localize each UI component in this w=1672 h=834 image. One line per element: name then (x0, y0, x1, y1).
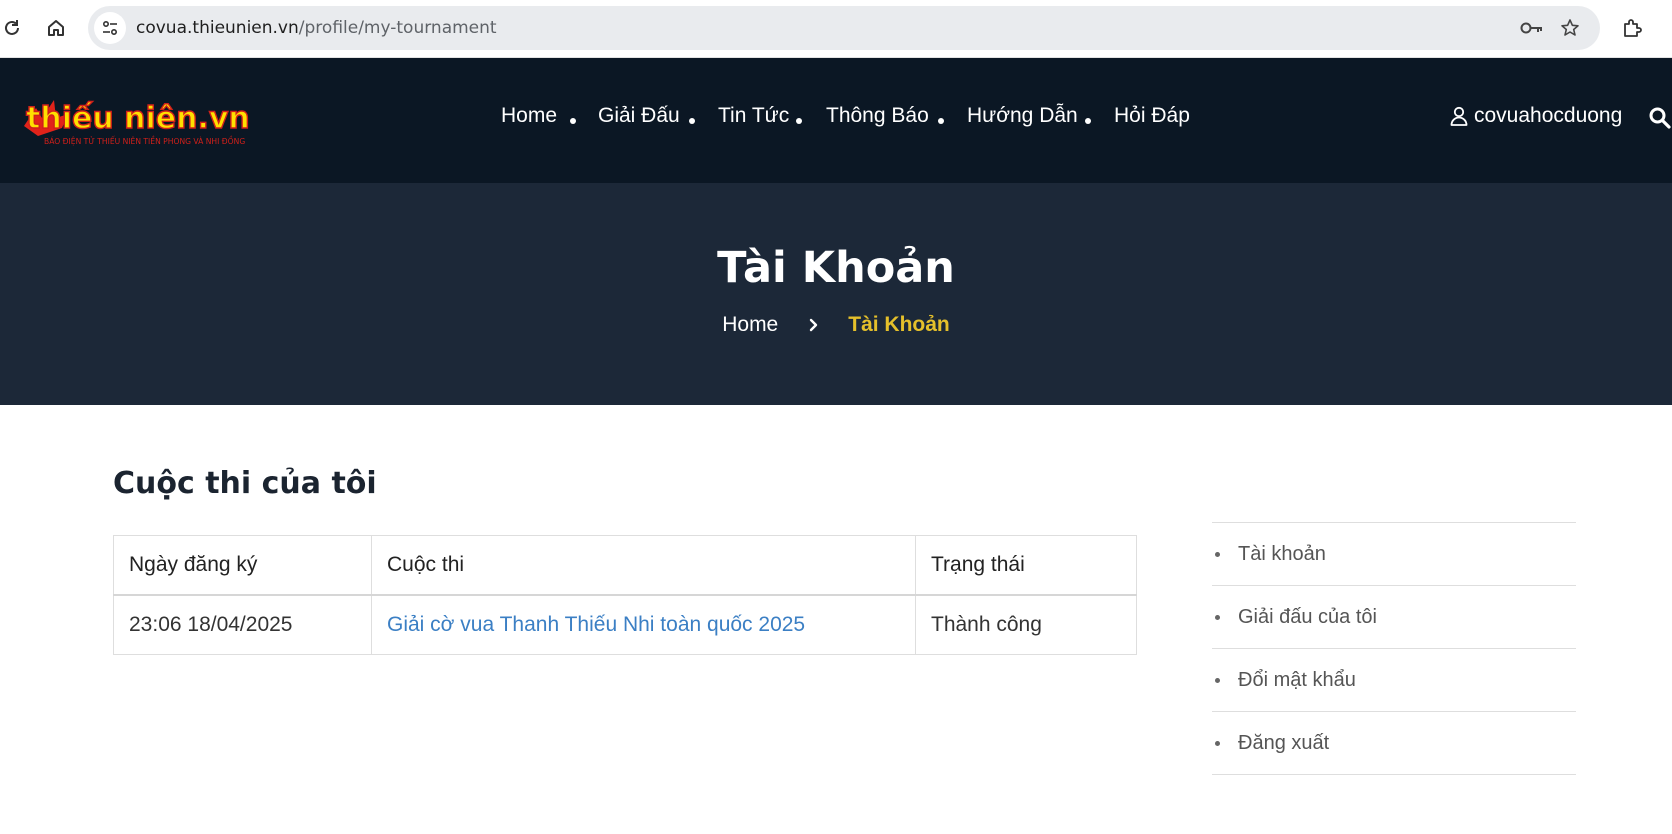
table-header-row: Ngày đăng ký Cuộc thi Trạng thái (113, 535, 1137, 596)
nav-thong-bao[interactable]: Thông Báo (826, 104, 929, 128)
nav-separator (689, 118, 695, 124)
breadcrumb-home[interactable]: Home (722, 313, 778, 337)
nav-separator (938, 118, 944, 124)
breadcrumb: Home Tài Khoản (0, 313, 1672, 337)
nav-separator (1085, 118, 1091, 124)
cell-date: 23:06 18/04/2025 (113, 594, 372, 655)
col-status: Trạng thái (915, 535, 1137, 596)
cell-status: Thành công (915, 594, 1137, 655)
nav-separator (570, 118, 576, 124)
bullet (1215, 677, 1220, 683)
url-host: covua.thieunien.vn (136, 18, 299, 38)
main-nav: Home Giải Đấu Tin Tức Thông Báo Hướng Dẫ… (0, 58, 1672, 183)
page-hero: Tài Khoản Home Tài Khoản (0, 183, 1672, 405)
nav-huong-dan[interactable]: Hướng Dẫn (967, 104, 1078, 128)
url-path: /profile/my-tournament (298, 18, 497, 38)
username: covuahocduong (1474, 104, 1623, 127)
home-icon[interactable] (38, 10, 74, 46)
star-icon[interactable] (1554, 12, 1586, 44)
browser-toolbar: covua.thieunien.vn/profile/my-tournament (0, 0, 1672, 58)
cell-tournament: Giải cờ vua Thanh Thiếu Nhi toàn quốc 20… (371, 594, 916, 655)
site-header: thiếu niên.vn BÁO ĐIỆN TỬ THIẾU NIÊN TIỀ… (0, 58, 1672, 183)
url-text[interactable]: covua.thieunien.vn/profile/my-tournament (136, 6, 497, 50)
nav-home[interactable]: Home (501, 104, 557, 128)
address-bar[interactable]: covua.thieunien.vn/profile/my-tournament (88, 6, 1600, 50)
account-sidebar: Tài khoản Giải đấu của tôi Đổi mật khẩu … (1212, 522, 1576, 775)
col-registration-date: Ngày đăng ký (113, 535, 372, 596)
tournament-table: Ngày đăng ký Cuộc thi Trạng thái 23:06 1… (113, 535, 1137, 655)
reload-icon[interactable] (0, 10, 30, 46)
bullet (1215, 614, 1220, 620)
sidebar-item-label: Đăng xuất (1238, 731, 1330, 754)
site-info-icon[interactable] (94, 12, 126, 44)
table-row: 23:06 18/04/2025 Giải cờ vua Thanh Thiếu… (113, 594, 1137, 655)
sidebar-item-logout[interactable]: Đăng xuất (1212, 711, 1576, 775)
sidebar-item-label: Tài khoản (1238, 542, 1326, 565)
nav-tin-tuc[interactable]: Tin Tức (718, 104, 789, 128)
chevron-right-icon (810, 318, 818, 332)
breadcrumb-current: Tài Khoản (848, 313, 950, 336)
sidebar-item-change-password[interactable]: Đổi mật khẩu (1212, 648, 1576, 711)
nav-giai-dau[interactable]: Giải Đấu (598, 104, 680, 128)
section-title: Cuộc thi của tôi (113, 466, 377, 501)
page-title: Tài Khoản (717, 243, 955, 293)
key-icon[interactable] (1516, 12, 1548, 44)
bullet (1215, 740, 1220, 746)
nav-separator (796, 118, 802, 124)
user-icon (1450, 106, 1468, 126)
sidebar-item-my-tournaments[interactable]: Giải đấu của tôi (1212, 585, 1576, 648)
bullet (1215, 551, 1220, 557)
sidebar-item-account[interactable]: Tài khoản (1212, 522, 1576, 585)
search-icon[interactable] (1648, 106, 1672, 130)
nav-hoi-dap[interactable]: Hỏi Đáp (1114, 104, 1190, 128)
col-tournament: Cuộc thi (371, 535, 916, 596)
sidebar-item-label: Giải đấu của tôi (1238, 605, 1377, 628)
tournament-link[interactable]: Giải cờ vua Thanh Thiếu Nhi toàn quốc 20… (387, 613, 805, 636)
extensions-icon[interactable] (1614, 10, 1650, 46)
sidebar-item-label: Đổi mật khẩu (1238, 668, 1356, 691)
user-account-link[interactable]: covuahocduong (1450, 104, 1622, 128)
